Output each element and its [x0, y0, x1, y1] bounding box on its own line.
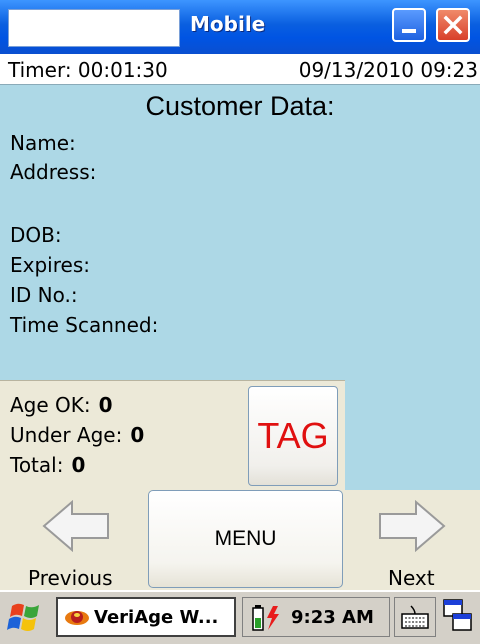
minimize-button[interactable]: [392, 8, 426, 42]
menu-button[interactable]: MENU: [148, 490, 343, 588]
system-tray: 9:23 AM: [242, 597, 390, 637]
title-input-box: [8, 9, 180, 47]
timer-text: Timer: 00:01:30: [8, 58, 168, 82]
customer-data-heading: Customer Data:: [145, 91, 335, 121]
taskbar-app-label: VeriAge W...: [94, 607, 219, 628]
under-age-counter: Under Age: 0: [10, 423, 144, 447]
datetime-text: 09/13/2010 09:23: [298, 58, 478, 82]
battery-icon[interactable]: [251, 604, 285, 632]
left-arrow-icon[interactable]: [42, 500, 110, 552]
close-button[interactable]: [436, 8, 470, 42]
taskbar-app-button[interactable]: VeriAge W...: [56, 597, 236, 637]
previous-label[interactable]: Previous: [28, 566, 113, 590]
status-color-box: [345, 380, 480, 490]
taskbar: VeriAge W... 9:23 AM: [0, 590, 480, 644]
next-label[interactable]: Next: [388, 566, 435, 590]
expires-label: Expires:: [10, 253, 90, 277]
id-no-label: ID No.:: [10, 283, 78, 307]
taskbar-clock[interactable]: 9:23 AM: [291, 607, 374, 628]
age-ok-value: 0: [98, 393, 113, 417]
customer-data-panel: Customer Data: Name: Address: DOB: Expir…: [0, 84, 480, 381]
window-switch-icon[interactable]: [442, 598, 474, 634]
total-counter: Total: 0: [10, 453, 85, 477]
dob-label: DOB:: [10, 223, 62, 247]
total-label: Total:: [10, 453, 64, 477]
tag-button[interactable]: TAG: [248, 386, 338, 486]
menu-button-label: MENU: [214, 527, 277, 550]
tag-button-label: TAG: [257, 415, 329, 456]
total-value: 0: [71, 453, 86, 477]
status-row: Timer: 00:01:30 09/13/2010 09:23: [0, 54, 480, 84]
start-flag-icon[interactable]: [6, 600, 44, 634]
time-scanned-label: Time Scanned:: [10, 313, 159, 337]
name-label: Name:: [10, 131, 76, 155]
under-age-value: 0: [130, 423, 145, 447]
age-ok-label: Age OK:: [10, 393, 91, 417]
address-label: Address:: [10, 160, 97, 184]
veriage-app-icon: [65, 611, 89, 625]
keyboard-icon: [401, 605, 429, 629]
right-arrow-icon[interactable]: [378, 500, 446, 552]
title-bar: Mobile: [0, 0, 480, 54]
age-ok-counter: Age OK: 0: [10, 393, 113, 417]
under-age-label: Under Age:: [10, 423, 123, 447]
window-title: Mobile: [190, 12, 266, 36]
close-icon: [443, 15, 463, 35]
keyboard-button[interactable]: [394, 597, 436, 637]
